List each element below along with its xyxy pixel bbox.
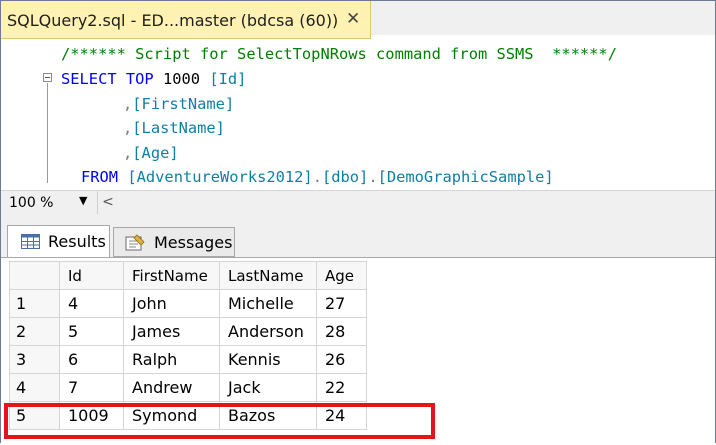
code-line-5: ,[Age] (123, 144, 179, 162)
code-token: [LastName] (132, 119, 225, 137)
cell-id[interactable]: 6 (59, 345, 124, 374)
zoom-bar: 100 % ▼ < (1, 190, 715, 216)
fold-guide (47, 83, 48, 183)
code-token: [dbo] (321, 168, 369, 186)
code-token: [AdventureWorks2012] (127, 168, 313, 186)
zoom-level[interactable]: 100 % (9, 195, 53, 211)
results-tab-strip: Results Messages (1, 215, 715, 258)
cell-id[interactable]: 7 (59, 373, 124, 402)
code-token: . (368, 168, 378, 186)
code-token: . (312, 168, 322, 186)
cell-firstname[interactable]: Andrew (123, 373, 220, 402)
code-token: TOP (125, 70, 154, 88)
close-icon[interactable]: ✕ (346, 9, 360, 29)
tab-messages[interactable]: Messages (113, 227, 235, 257)
cell-lastname[interactable]: Jack (219, 373, 317, 402)
grid-header-row: Id FirstName LastName Age (9, 261, 367, 290)
scroll-left-button[interactable]: < (97, 191, 118, 214)
column-header-firstname[interactable]: FirstName (123, 261, 220, 290)
column-header-id[interactable]: Id (59, 261, 124, 290)
column-header-age[interactable]: Age (316, 261, 367, 290)
code-token: [Age] (132, 144, 179, 162)
code-token: SELECT (61, 70, 117, 88)
cell-age[interactable]: 27 (316, 289, 367, 318)
tab-sqlquery2[interactable]: SQLQuery2.sql - ED...master (bdcsa (60))… (1, 1, 371, 39)
cell-lastname[interactable]: Michelle (219, 289, 317, 318)
tab-results[interactable]: Results (7, 225, 110, 258)
document-tab-strip: SQLQuery2.sql - ED...master (bdcsa (60))… (1, 1, 715, 39)
code-token: [FirstName] (132, 95, 235, 113)
tab-messages-label: Messages (154, 233, 233, 252)
cell-id[interactable]: 4 (59, 289, 124, 318)
tab-results-label: Results (48, 232, 106, 251)
table-row[interactable]: 4 7 Andrew Jack 22 (9, 373, 367, 402)
cell-firstname[interactable]: Ralph (123, 345, 220, 374)
code-token: FROM (81, 168, 119, 186)
code-token: [DemoGraphicSample] (377, 168, 554, 186)
cell-firstname[interactable]: John (123, 289, 220, 318)
cell-lastname[interactable]: Anderson (219, 317, 317, 346)
code-token: , (123, 144, 133, 162)
collapse-icon[interactable] (43, 73, 52, 82)
code-token: [Id] (209, 70, 247, 88)
cell-age[interactable]: 22 (316, 373, 367, 402)
query-editor[interactable]: /****** Script for SelectTopNRows comman… (1, 39, 715, 189)
code-token: , (123, 119, 133, 137)
row-number[interactable]: 2 (9, 317, 60, 346)
code-line-4: ,[LastName] (123, 119, 225, 137)
row-number[interactable]: 4 (9, 373, 60, 402)
grid-icon (21, 234, 40, 249)
row-number[interactable]: 3 (9, 345, 60, 374)
code-token: /****** Script for SelectTopNRows comman… (61, 45, 617, 63)
cell-age[interactable]: 28 (316, 317, 367, 346)
code-token: 1000 (153, 70, 210, 88)
messages-icon (125, 234, 145, 251)
grid-corner-cell[interactable] (9, 261, 60, 290)
cell-firstname[interactable]: James (123, 317, 220, 346)
code-line-3: ,[FirstName] (123, 95, 234, 113)
tab-title: SQLQuery2.sql - ED...master (bdcsa (60)) (7, 11, 339, 30)
column-header-lastname[interactable]: LastName (219, 261, 317, 290)
row-number[interactable]: 1 (9, 289, 60, 318)
cell-age[interactable]: 26 (316, 345, 367, 374)
cell-lastname[interactable]: Kennis (219, 345, 317, 374)
highlight-box (4, 403, 435, 439)
table-row[interactable]: 3 6 Ralph Kennis 26 (9, 345, 367, 374)
code-line-2: SELECT TOP 1000 [Id] (61, 70, 246, 88)
code-line-1: /****** Script for SelectTopNRows comman… (61, 45, 617, 63)
code-line-6: FROM [AdventureWorks2012].[dbo].[DemoGra… (81, 168, 554, 186)
table-row[interactable]: 1 4 John Michelle 27 (9, 289, 367, 318)
code-token: , (123, 95, 133, 113)
cell-id[interactable]: 5 (59, 317, 124, 346)
table-row[interactable]: 2 5 James Anderson 28 (9, 317, 367, 346)
zoom-dropdown-icon[interactable]: ▼ (79, 194, 87, 207)
